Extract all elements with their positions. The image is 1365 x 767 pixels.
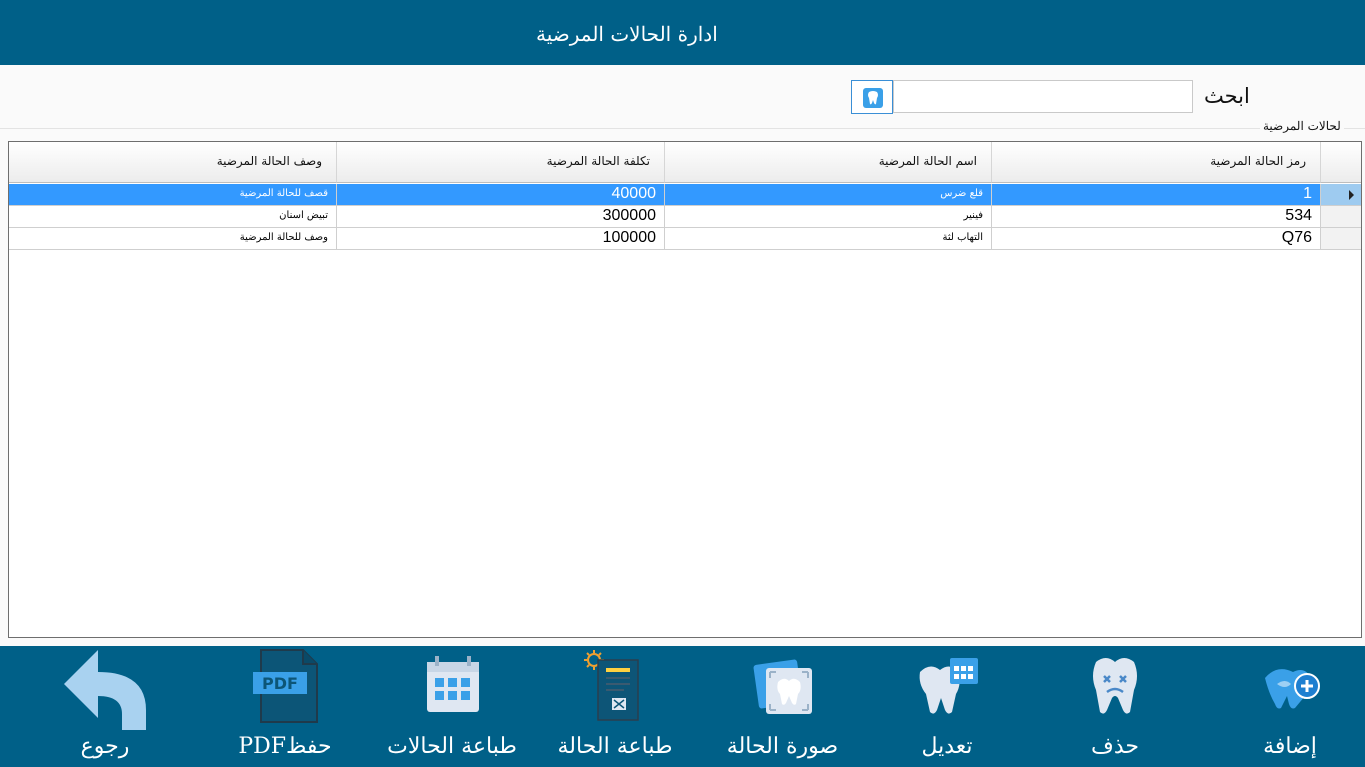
add-button[interactable]: إضافة (1215, 646, 1365, 767)
delete-button[interactable]: حذف (1040, 646, 1190, 767)
back-button[interactable]: رجوع (30, 646, 180, 767)
pdf-icon-text: PDF (262, 674, 298, 693)
current-row-arrow-icon (1349, 190, 1354, 200)
cell-name[interactable]: التهاب لثة (665, 228, 992, 250)
tooth-icon (863, 88, 883, 108)
print-document-icon (584, 650, 639, 721)
print-cases-label: طباعة الحالات (387, 734, 517, 759)
table-row[interactable]: 1 قلع ضرس 40000 قصف للحالة المرضية (9, 184, 1321, 206)
table-row[interactable]: Q76 التهاب لثة 100000 وصف للحالة المرضية (9, 228, 1321, 250)
bottom-toolbar: إضافة حذف تعديل صورة الحالة طباعة الحالة… (0, 646, 1365, 767)
search-input[interactable] (893, 80, 1193, 113)
xray-image-icon (753, 659, 812, 714)
print-case-button[interactable]: طباعة الحالة (540, 646, 690, 767)
search-label: ابحث (1204, 84, 1250, 108)
case-image-button[interactable]: صورة الحالة (700, 646, 865, 767)
cell-cost[interactable]: 300000 (337, 206, 665, 228)
column-header-code[interactable]: رمز الحالة المرضية (992, 142, 1321, 183)
add-tooth-icon (1265, 669, 1320, 709)
undo-arrow-icon (64, 650, 146, 730)
row-header[interactable] (1321, 228, 1361, 250)
add-label: إضافة (1263, 734, 1317, 759)
print-case-label: طباعة الحالة (557, 734, 673, 759)
row-header[interactable] (1321, 206, 1361, 228)
cell-description[interactable]: تبيض اسنان (9, 206, 337, 228)
back-label: رجوع (80, 734, 130, 759)
cell-code[interactable]: 534 (992, 206, 1321, 228)
row-header-selected[interactable] (1321, 184, 1361, 206)
pdf-file-icon: PDF (253, 649, 318, 723)
tooth-calendar-icon (919, 658, 978, 714)
cell-code[interactable]: Q76 (992, 228, 1321, 250)
save-pdf-label: حفظPDF (238, 734, 332, 759)
title-bar: ادارة الحالات المرضية (0, 0, 1365, 65)
edit-button[interactable]: تعديل (872, 646, 1022, 767)
cell-cost[interactable]: 40000 (337, 184, 665, 206)
column-header-cost[interactable]: تكلفة الحالة المرضية (337, 142, 665, 183)
search-button[interactable] (851, 80, 893, 114)
print-cases-button[interactable]: طباعة الحالات (374, 646, 530, 767)
cases-grid[interactable]: رمز الحالة المرضية اسم الحالة المرضية تك… (8, 141, 1362, 638)
column-header-name[interactable]: اسم الحالة المرضية (665, 142, 992, 183)
sad-tooth-icon (1093, 658, 1137, 714)
cell-cost[interactable]: 100000 (337, 228, 665, 250)
cell-description[interactable]: وصف للحالة المرضية (9, 228, 337, 250)
delete-label: حذف (1091, 734, 1139, 759)
case-image-label: صورة الحالة (726, 734, 839, 759)
group-label: لحالات المرضية (1260, 119, 1344, 133)
window-title: ادارة الحالات المرضية (536, 22, 718, 46)
column-header-description[interactable]: وصف الحالة المرضية (9, 142, 337, 183)
cell-code[interactable]: 1 (992, 184, 1321, 206)
divider (0, 128, 1365, 129)
cell-description[interactable]: قصف للحالة المرضية (9, 184, 337, 206)
grid-corner (1321, 142, 1361, 183)
cell-name[interactable]: فينير (665, 206, 992, 228)
save-pdf-button[interactable]: PDF حفظPDF (210, 646, 360, 767)
table-row[interactable]: 534 فينير 300000 تبيض اسنان (9, 206, 1321, 228)
cell-name[interactable]: قلع ضرس (665, 184, 992, 206)
edit-label: تعديل (921, 734, 973, 759)
calendar-report-icon (427, 656, 479, 712)
